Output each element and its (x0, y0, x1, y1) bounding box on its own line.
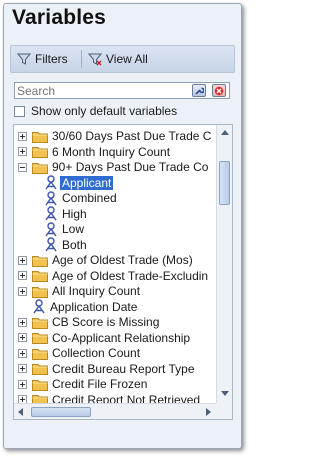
tree-item-label: Both (62, 237, 87, 252)
folder-icon (32, 271, 48, 282)
wrench-icon (195, 87, 204, 95)
folder-icon (32, 162, 48, 174)
filters-button[interactable]: Filters (17, 50, 68, 68)
tree-item-label: All Inquiry Count (52, 284, 141, 298)
default-variables-checkbox[interactable] (14, 105, 25, 117)
expand-icon[interactable] (18, 131, 27, 141)
folder-icon (32, 333, 48, 344)
toolbar: Filters View All (10, 45, 235, 73)
search-button[interactable] (192, 84, 206, 97)
tree-variable-row[interactable]: Combined (44, 190, 117, 206)
tree-item-label: Age of Oldest Trade (Mos) (52, 253, 193, 267)
tree-item-label: Age of Oldest Trade-Excludin (52, 268, 209, 283)
tree-folder-row[interactable]: Collection Count (18, 345, 140, 361)
folder-icon (32, 255, 48, 267)
folder-icon (32, 364, 48, 375)
folder-icon (32, 348, 48, 360)
tree-item-label: Low (62, 222, 85, 236)
tree-item-label: 6 Month Inquiry Count (52, 144, 171, 159)
expand-icon[interactable] (18, 271, 27, 280)
scroll-right-arrow-icon[interactable] (206, 408, 211, 416)
tree-variable-row[interactable]: Applicant (44, 175, 114, 191)
folder-icon (32, 379, 48, 391)
search-input[interactable] (17, 83, 177, 98)
expand-icon[interactable] (18, 147, 27, 156)
expand-icon[interactable] (18, 333, 27, 342)
tree-item-label: 90+ Days Past Due Trade Co (52, 160, 209, 174)
tree-variable-row[interactable]: Low (44, 221, 84, 237)
tree-item-label: Credit Bureau Report Type (52, 361, 195, 376)
panel-title: Variables (12, 6, 107, 29)
folder-icon (32, 131, 48, 143)
vertical-scroll-thumb[interactable] (219, 161, 230, 205)
variable-icon (45, 221, 57, 236)
tree-variable-row[interactable]: High (44, 206, 87, 222)
horizontal-scroll-thumb[interactable] (31, 407, 91, 417)
clear-icon (214, 86, 224, 95)
folder-icon (32, 147, 48, 158)
tree-folder-row[interactable]: Age of Oldest Trade-Excludin (18, 268, 208, 284)
tree-folder-row[interactable]: All Inquiry Count (18, 283, 140, 299)
tree-item-label: Co-Applicant Relationship (52, 330, 191, 345)
expand-icon[interactable] (18, 317, 27, 327)
view-all-button[interactable]: View All (88, 50, 148, 68)
variable-icon (45, 190, 57, 205)
tree-item-label: CB Score is Missing (52, 315, 160, 329)
tree-item-label: Combined (62, 191, 117, 205)
tree-folder-row[interactable]: Credit Bureau Report Type (18, 361, 195, 377)
tree-item-label: Collection Count (52, 346, 141, 360)
clear-search-button[interactable] (212, 84, 226, 97)
tree-folder-row[interactable]: Credit File Frozen (18, 376, 147, 392)
tree-folder-row[interactable]: 90+ Days Past Due Trade Co (18, 159, 208, 175)
default-variables-toggle[interactable]: Show only default variables (14, 103, 177, 119)
tree-folder-row[interactable]: CB Score is Missing (18, 314, 159, 330)
scroll-left-arrow-icon[interactable] (18, 408, 23, 416)
tree-item-label: High (62, 206, 87, 221)
tree-folder-row[interactable]: Age of Oldest Trade (Mos) (18, 252, 193, 268)
tree-folder-row[interactable]: 6 Month Inquiry Count (18, 144, 170, 160)
tree-variable-row[interactable]: Application Date (18, 299, 137, 315)
toolbar-divider (81, 50, 82, 68)
expand-icon[interactable] (18, 255, 27, 265)
funnel-icon (17, 53, 31, 65)
view-all-label: View All (106, 52, 148, 66)
scroll-down-arrow-icon[interactable] (221, 391, 229, 396)
default-variables-label: Show only default variables (31, 104, 178, 118)
tree-item-label: Applicant (60, 175, 114, 190)
variable-icon (33, 299, 45, 314)
folder-icon (32, 286, 48, 298)
variable-icon (45, 206, 57, 221)
expand-icon[interactable] (18, 286, 27, 296)
tree-item-label: Credit File Frozen (52, 377, 148, 391)
tree-variable-row[interactable]: Both (44, 237, 87, 253)
expand-icon[interactable] (18, 379, 27, 389)
variable-icon (45, 237, 57, 252)
expand-icon[interactable] (18, 348, 27, 358)
scroll-up-arrow-icon[interactable] (221, 130, 229, 135)
horizontal-scrollbar[interactable] (14, 403, 216, 419)
tree-folder-row[interactable]: Co-Applicant Relationship (18, 330, 190, 346)
tree-item-label: 30/60 Days Past Due Trade C (52, 129, 212, 143)
search-box (14, 82, 230, 99)
variable-icon (45, 175, 57, 190)
expand-icon[interactable] (18, 364, 27, 373)
tree-item-label: Application Date (50, 299, 138, 314)
variable-tree: 30/60 Days Past Due Trade C6 Month Inqui… (13, 124, 233, 420)
tree-folder-row[interactable]: 30/60 Days Past Due Trade C (18, 128, 211, 144)
filters-label: Filters (35, 52, 68, 66)
funnel-clear-icon (88, 53, 102, 66)
scroll-corner (216, 403, 232, 419)
vertical-scrollbar[interactable] (216, 125, 232, 403)
collapse-icon[interactable] (18, 162, 27, 172)
folder-icon (32, 317, 48, 329)
variables-panel: Variables Filters View All Search Show o… (3, 3, 242, 449)
